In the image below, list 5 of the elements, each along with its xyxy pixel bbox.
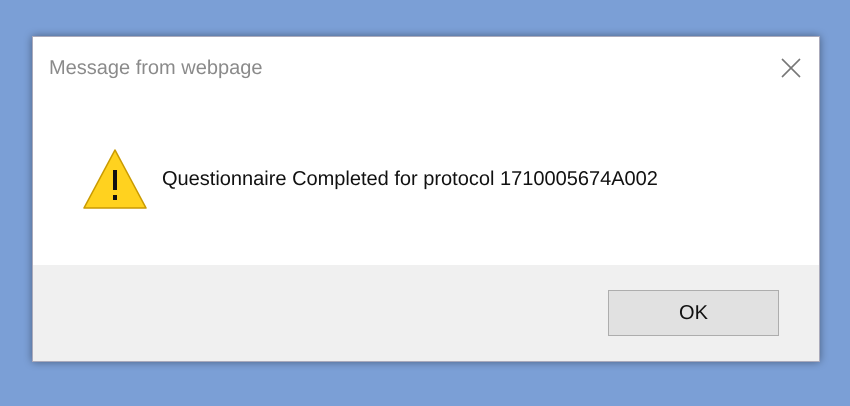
window-title: Message from webpage — [49, 56, 262, 81]
warning-icon — [82, 148, 148, 210]
message-text: Questionnaire Completed for protocol 1710005674A002 — [162, 167, 658, 192]
close-icon[interactable] — [781, 58, 801, 78]
ok-button[interactable]: OK — [608, 290, 779, 336]
